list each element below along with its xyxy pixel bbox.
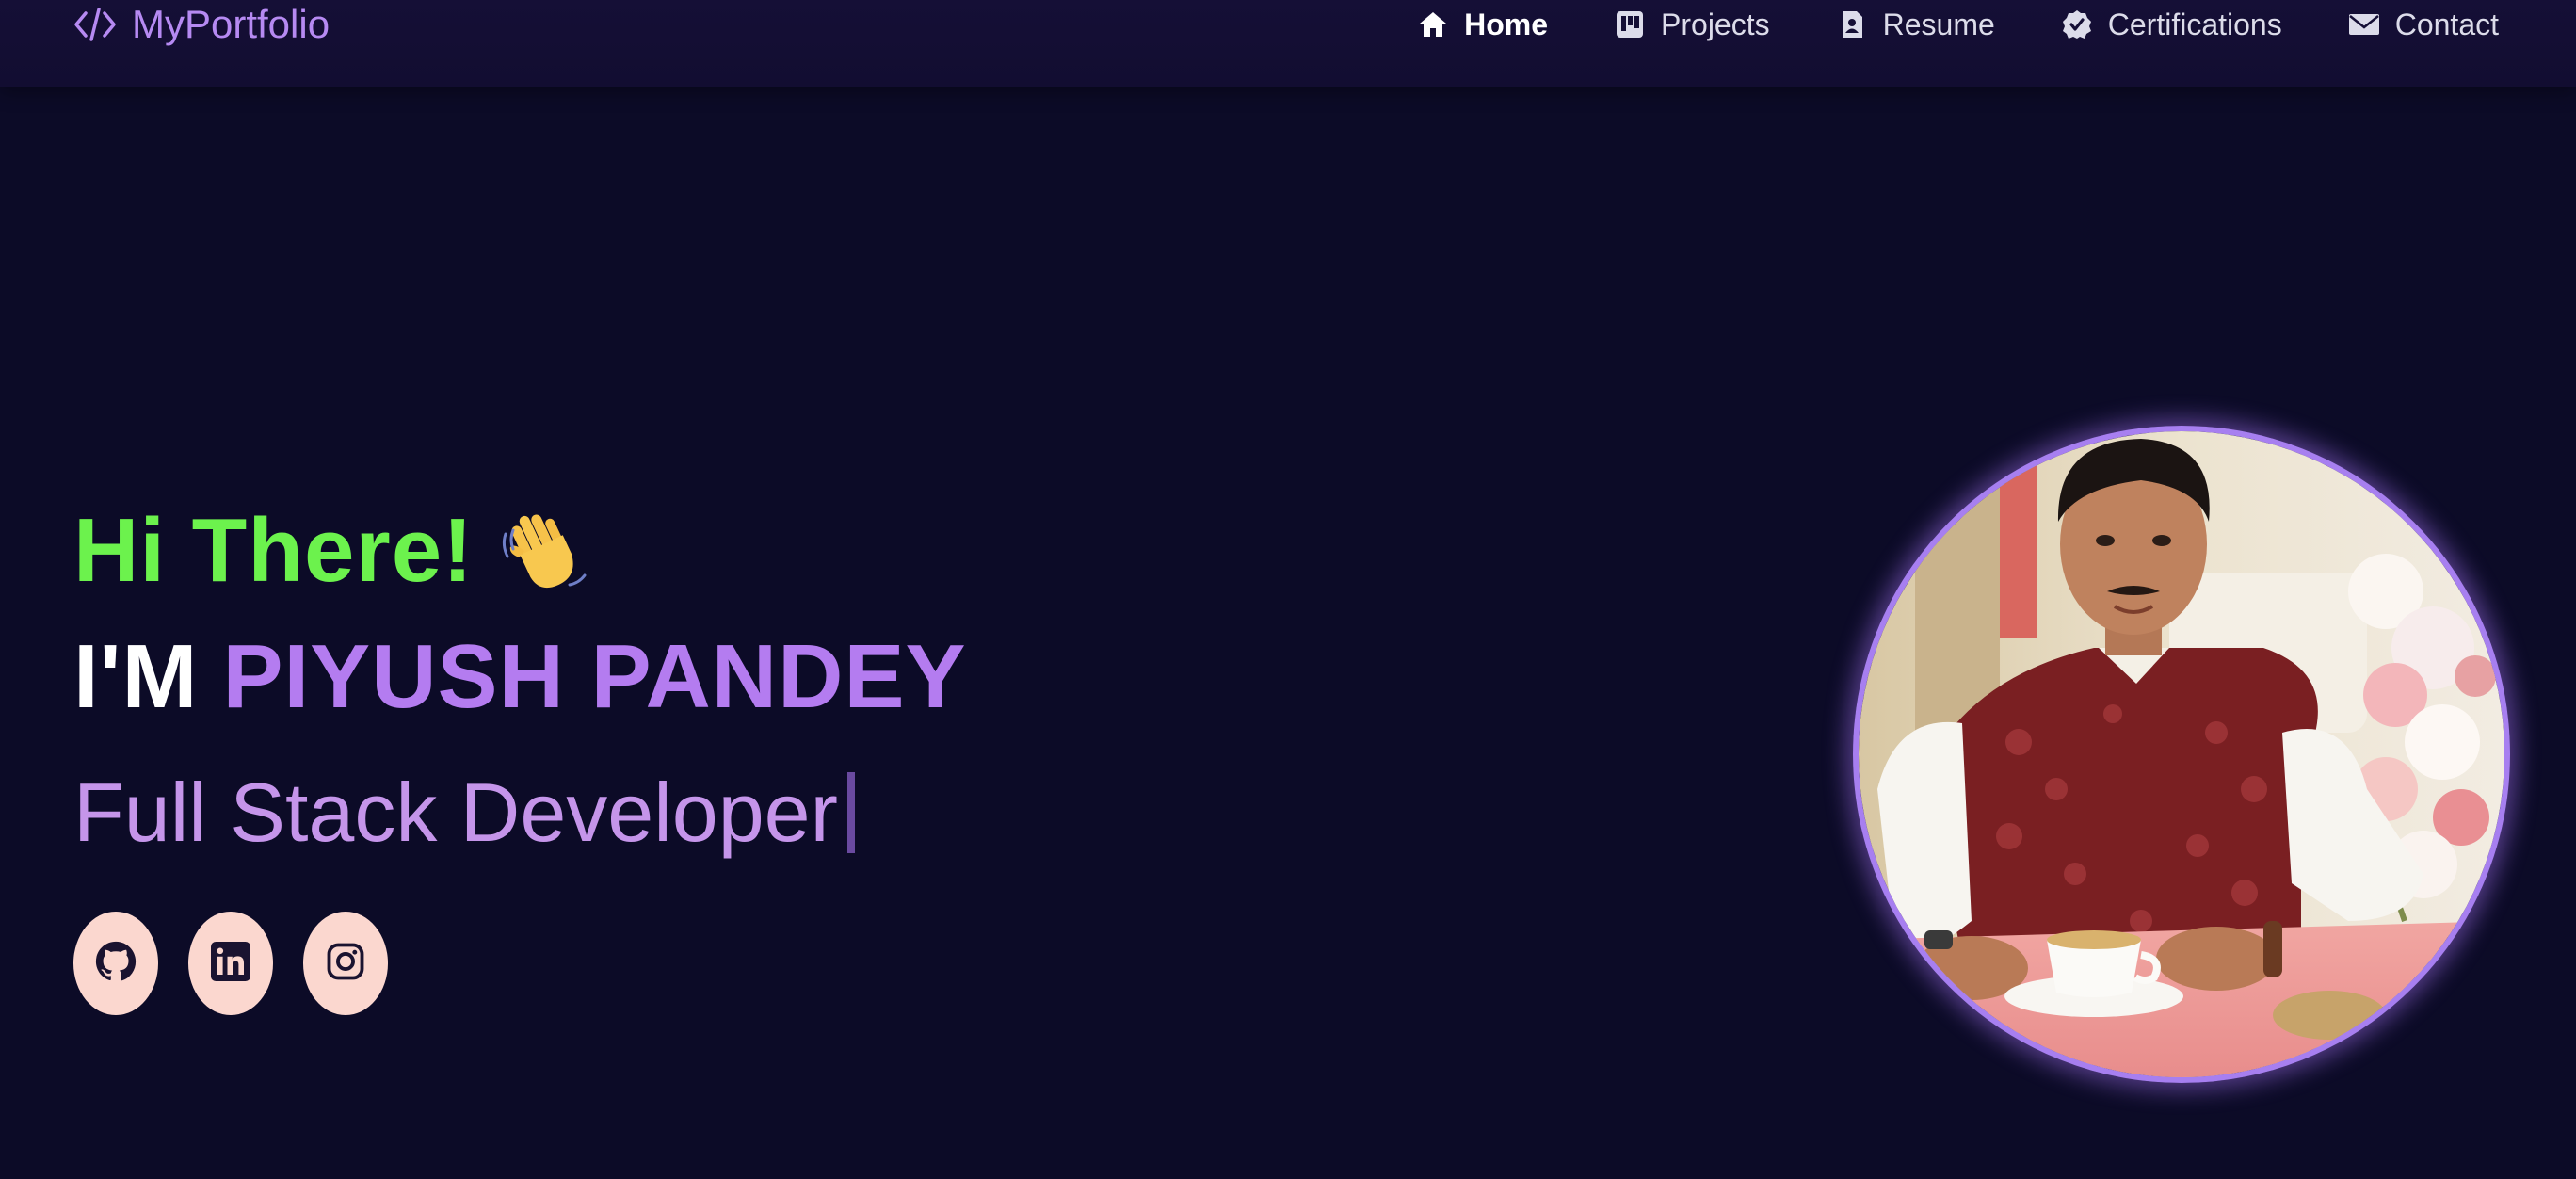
nav-label-certifications: Certifications xyxy=(2107,7,2282,41)
nav-item-projects[interactable]: Projects xyxy=(1614,8,1770,42)
nav-label-contact: Contact xyxy=(2394,7,2499,41)
nav-item-certifications[interactable]: Certifications xyxy=(2061,8,2282,42)
hero-greeting: Hi There! xyxy=(73,499,590,603)
instagram-link[interactable] xyxy=(303,912,388,1015)
greeting-text: Hi There! xyxy=(73,500,475,601)
nav-item-contact[interactable]: Contact xyxy=(2348,8,2499,42)
waving-hand-icon xyxy=(496,504,590,598)
role-text: Full Stack Developer xyxy=(73,766,838,859)
badge-check-icon xyxy=(2061,8,2093,40)
document-icon xyxy=(1836,8,1868,40)
nav-item-resume[interactable]: Resume xyxy=(1836,8,1995,42)
hero-role: Full Stack Developer xyxy=(73,765,855,861)
envelope-icon xyxy=(2348,8,2380,40)
nav-label-home: Home xyxy=(1464,7,1549,41)
nav-links: Home Projects Resume Certifications Cont… xyxy=(1351,0,2499,49)
hero-name: PIYUSH PANDEY xyxy=(222,626,967,727)
profile-photo xyxy=(1853,426,2510,1083)
nav-item-home[interactable]: Home xyxy=(1417,8,1548,42)
intro-prefix: I'M xyxy=(73,626,199,727)
navbar: MyPortfolio Home Projects Resume Certifi… xyxy=(0,0,2576,87)
kanban-icon xyxy=(1614,8,1646,40)
hero-intro: I'M PIYUSH PANDEY xyxy=(73,625,967,729)
linkedin-link[interactable] xyxy=(188,912,273,1015)
brand-link[interactable]: MyPortfolio xyxy=(73,0,330,49)
github-icon xyxy=(95,941,137,987)
brand-label: MyPortfolio xyxy=(132,2,330,46)
linkedin-icon xyxy=(211,941,250,986)
nav-label-resume: Resume xyxy=(1882,7,1995,41)
github-link[interactable] xyxy=(73,912,158,1015)
code-icon xyxy=(73,6,117,43)
social-links xyxy=(73,912,418,1015)
nav-label-projects: Projects xyxy=(1661,7,1770,41)
instagram-icon xyxy=(326,942,365,986)
typing-cursor xyxy=(846,772,855,853)
home-icon xyxy=(1417,8,1449,40)
